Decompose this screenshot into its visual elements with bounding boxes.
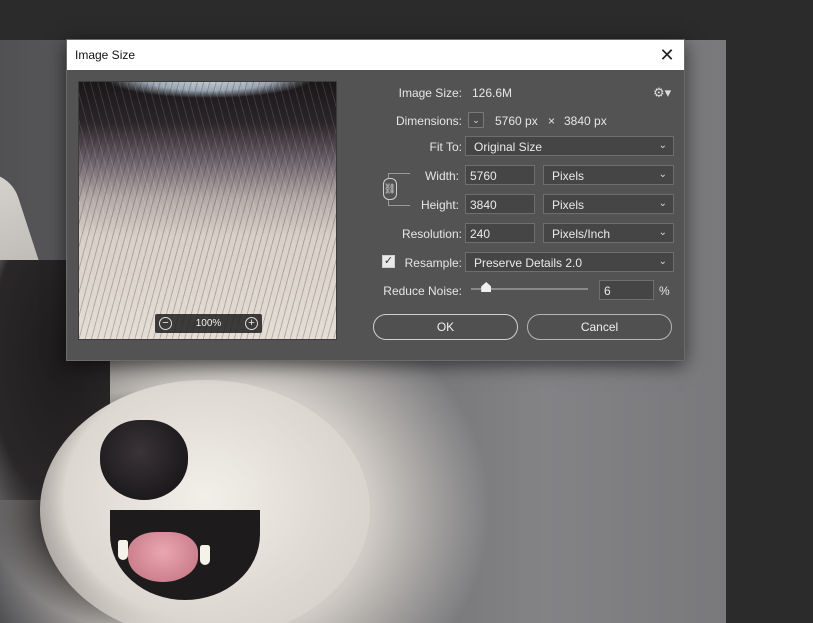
zoom-controls: − 100% + [155, 314, 262, 333]
zoom-level: 100% [195, 318, 222, 329]
image-size-value: 126.6M [472, 86, 513, 100]
fit-to-label: Fit To: [429, 140, 462, 154]
height-unit-select[interactable]: Pixels ⌄ [543, 194, 674, 214]
resample-select[interactable]: Preserve Details 2.0 ⌄ [465, 252, 674, 272]
fit-to-select[interactable]: Original Size ⌄ [465, 136, 674, 156]
resolution-unit-select[interactable]: Pixels/Inch ⌄ [543, 223, 674, 243]
preview-texture [79, 82, 336, 339]
image-preview[interactable]: − 100% + [78, 81, 337, 340]
width-unit-value: Pixels [552, 169, 585, 183]
resample-checkbox[interactable]: ✓ [382, 255, 395, 268]
reduce-noise-input[interactable]: 6 [599, 280, 654, 300]
chevron-down-icon: ⌄ [658, 198, 667, 209]
reduce-noise-slider[interactable] [471, 288, 588, 290]
width-unit-select[interactable]: Pixels ⌄ [543, 165, 674, 185]
height-input[interactable]: 3840 [465, 194, 535, 214]
dimensions-height: 3840 px [564, 114, 607, 128]
reduce-noise-unit: % [659, 284, 670, 298]
chevron-down-icon: ⌄ [658, 256, 667, 267]
resample-label: Resample: [404, 256, 462, 270]
chevron-down-icon: ⌄ [658, 169, 667, 180]
height-label: Height: [420, 198, 459, 212]
close-icon[interactable]: ✕ [650, 40, 684, 70]
image-size-label: Image Size: [398, 86, 462, 100]
dialog-title: Image Size [75, 48, 136, 62]
zoom-out-icon[interactable]: − [159, 317, 172, 330]
width-label: Width: [424, 169, 459, 183]
dimensions-width: 5760 px [495, 114, 538, 128]
dialog-titlebar: Image Size ✕ [67, 40, 684, 70]
dog-tooth [118, 540, 128, 560]
image-size-dialog: Image Size ✕ − 100% + Image Size: 126.6M… [66, 39, 685, 361]
dog-tooth [200, 545, 210, 565]
dog-nose [100, 420, 188, 500]
resolution-label: Resolution: [401, 227, 462, 241]
chevron-down-icon: ⌄ [658, 140, 667, 151]
resolution-input[interactable]: 240 [465, 223, 535, 243]
resolution-unit-value: Pixels/Inch [552, 227, 611, 241]
reduce-noise-label: Reduce Noise: [383, 284, 462, 298]
dimensions-times: × [548, 114, 556, 128]
gear-icon[interactable]: ⚙▾ [653, 85, 671, 101]
dimensions-label: Dimensions: [395, 114, 462, 128]
ok-button[interactable]: OK [373, 314, 518, 340]
height-unit-value: Pixels [552, 198, 585, 212]
resample-value: Preserve Details 2.0 [474, 256, 583, 270]
fit-to-value: Original Size [474, 140, 543, 154]
chevron-down-icon: ⌄ [658, 227, 667, 238]
cancel-button[interactable]: Cancel [527, 314, 672, 340]
width-input[interactable]: 5760 [465, 165, 535, 185]
dimensions-unit-dropdown[interactable]: ⌄ [468, 112, 484, 128]
dog-tongue [128, 532, 198, 582]
zoom-in-icon[interactable]: + [244, 317, 258, 330]
